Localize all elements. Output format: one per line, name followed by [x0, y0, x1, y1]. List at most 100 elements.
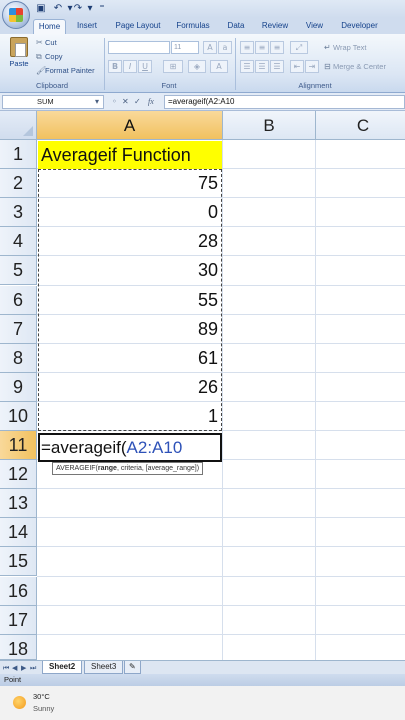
- increase-indent-icon[interactable]: ⇥: [305, 60, 319, 73]
- merge-center-button[interactable]: ⊟ Merge & Center: [324, 61, 386, 73]
- name-box[interactable]: SUM: [2, 95, 104, 109]
- resize-handle-icon[interactable]: ◦: [112, 96, 117, 108]
- column-header-a[interactable]: A: [37, 111, 223, 140]
- tab-page-layout[interactable]: Page Layout: [111, 19, 165, 34]
- row-header-8[interactable]: 8: [0, 343, 37, 373]
- tab-home[interactable]: Home: [33, 19, 66, 34]
- name-box-dropdown-icon[interactable]: ▾: [95, 96, 99, 108]
- weather-condition[interactable]: Sunny: [33, 704, 54, 713]
- function-tooltip[interactable]: AVERAGEIF(range, criteria, [average_rang…: [52, 462, 204, 475]
- row-header-3[interactable]: 3: [0, 198, 37, 228]
- alignment-group-label: Alignment: [298, 81, 332, 90]
- wrap-text-icon: ↵: [324, 43, 331, 52]
- align-right-icon[interactable]: ☰: [270, 60, 284, 73]
- shrink-font-icon[interactable]: a: [218, 41, 232, 54]
- customize-icon[interactable]: ⁼: [96, 3, 108, 15]
- tooltip-function: AVERAGEIF(: [56, 465, 98, 472]
- quick-access-toolbar: ▣ ↶ ▾ ↷ ▾ ⁼: [0, 0, 405, 18]
- row-header-11[interactable]: 11: [0, 431, 37, 461]
- first-sheet-icon[interactable]: ⏮: [3, 662, 9, 674]
- cell-a1[interactable]: Averageif Function: [38, 141, 222, 169]
- cut-label: Cut: [45, 38, 57, 47]
- sheet-tab-bar: ⏮ ◀ ▶ ⏭ Sheet2 Sheet3 ✎: [0, 660, 405, 674]
- tab-review[interactable]: Review: [258, 19, 292, 34]
- row-header-6[interactable]: 6: [0, 285, 37, 315]
- cut-button[interactable]: ✂ Cut: [36, 37, 57, 49]
- wrap-text-button[interactable]: ↵ Wrap Text: [324, 42, 367, 54]
- row-header-2[interactable]: 2: [0, 169, 37, 199]
- paste-button[interactable]: Paste: [6, 37, 32, 77]
- row-header-5[interactable]: 5: [0, 256, 37, 286]
- column-header-b[interactable]: B: [223, 111, 316, 140]
- ribbon-tabs: Home Insert Page Layout Formulas Data Re…: [0, 18, 405, 34]
- align-middle-icon[interactable]: ≡: [255, 41, 269, 54]
- tab-formulas[interactable]: Formulas: [172, 19, 214, 34]
- select-all-button[interactable]: [0, 111, 37, 140]
- prev-sheet-icon[interactable]: ◀: [12, 662, 17, 674]
- brush-icon: 🖌: [36, 66, 47, 75]
- cell-a11-editing[interactable]: =averageif(A2:A10: [38, 433, 222, 462]
- italic-button[interactable]: I: [123, 60, 137, 73]
- formula-input[interactable]: =averageif(A2:A10: [164, 95, 405, 109]
- font-name-combo[interactable]: [108, 41, 170, 54]
- sheet-tab-sheet3[interactable]: Sheet3: [84, 661, 124, 674]
- row-header-14[interactable]: 14: [0, 518, 37, 548]
- formula-bar: SUM ▾ ◦ ✕ ✓ fx =averageif(A2:A10: [0, 93, 405, 111]
- align-bottom-icon[interactable]: ≡: [270, 41, 284, 54]
- weather-temperature[interactable]: 30°C: [33, 692, 50, 701]
- scissors-icon: ✂: [36, 38, 43, 47]
- tab-data[interactable]: Data: [222, 19, 250, 34]
- grow-font-icon[interactable]: A: [203, 41, 217, 54]
- save-icon[interactable]: ▣: [35, 3, 47, 15]
- column-header-c[interactable]: C: [316, 111, 405, 140]
- row-header-10[interactable]: 10: [0, 401, 37, 431]
- redo-icon[interactable]: ↷: [72, 3, 84, 15]
- next-sheet-icon[interactable]: ▶: [21, 662, 26, 674]
- align-center-icon[interactable]: ☰: [255, 60, 269, 73]
- taskbar: 30°C Sunny: [0, 686, 405, 720]
- orientation-icon[interactable]: ⤢: [290, 41, 308, 54]
- status-mode: Point: [4, 675, 22, 684]
- row-header-9[interactable]: 9: [0, 372, 37, 402]
- office-logo-icon: [9, 8, 23, 22]
- status-bar: Point: [0, 674, 405, 686]
- bold-button[interactable]: B: [108, 60, 122, 73]
- redo-dropdown-icon[interactable]: ▾: [84, 3, 96, 15]
- format-painter-button[interactable]: 🖌Format Painter: [36, 65, 95, 77]
- row-header-1[interactable]: 1: [0, 140, 37, 170]
- insert-sheet-icon[interactable]: ✎: [124, 661, 141, 674]
- tab-insert[interactable]: Insert: [70, 19, 104, 34]
- undo-icon[interactable]: ↶: [52, 3, 64, 15]
- wrap-text-label: Wrap Text: [333, 43, 367, 52]
- grid-line: [37, 488, 405, 490]
- tooltip-args: , criteria, [average_range]): [116, 465, 200, 472]
- row-header-4[interactable]: 4: [0, 227, 37, 257]
- align-top-icon[interactable]: ≡: [240, 41, 254, 54]
- decrease-indent-icon[interactable]: ⇤: [290, 60, 304, 73]
- row-header-16[interactable]: 16: [0, 576, 37, 606]
- font-color-icon[interactable]: A: [210, 60, 228, 73]
- insert-function-icon[interactable]: fx: [148, 96, 154, 108]
- row-header-18[interactable]: 18: [0, 634, 37, 660]
- underline-button[interactable]: U: [138, 60, 152, 73]
- enter-icon[interactable]: ✓: [134, 96, 141, 108]
- copy-button[interactable]: ⧉ Copy: [36, 51, 63, 63]
- align-left-icon[interactable]: ☰: [240, 60, 254, 73]
- row-header-13[interactable]: 13: [0, 489, 37, 519]
- borders-icon[interactable]: ⊞: [163, 60, 183, 73]
- copy-icon: ⧉: [36, 52, 42, 61]
- tab-developer[interactable]: Developer: [337, 19, 382, 34]
- last-sheet-icon[interactable]: ⏭: [30, 662, 36, 674]
- sheet-tab-sheet2[interactable]: Sheet2: [42, 661, 83, 674]
- office-button[interactable]: [2, 1, 30, 29]
- row-header-17[interactable]: 17: [0, 605, 37, 635]
- cancel-icon[interactable]: ✕: [122, 96, 129, 108]
- grid-line: [37, 575, 405, 577]
- font-size-combo[interactable]: 11: [171, 41, 199, 54]
- tab-view[interactable]: View: [301, 19, 328, 34]
- row-header-15[interactable]: 15: [0, 547, 37, 577]
- row-header-12[interactable]: 12: [0, 460, 37, 490]
- fill-color-icon[interactable]: ◈: [188, 60, 206, 73]
- row-header-7[interactable]: 7: [0, 314, 37, 344]
- sun-icon: [13, 696, 26, 709]
